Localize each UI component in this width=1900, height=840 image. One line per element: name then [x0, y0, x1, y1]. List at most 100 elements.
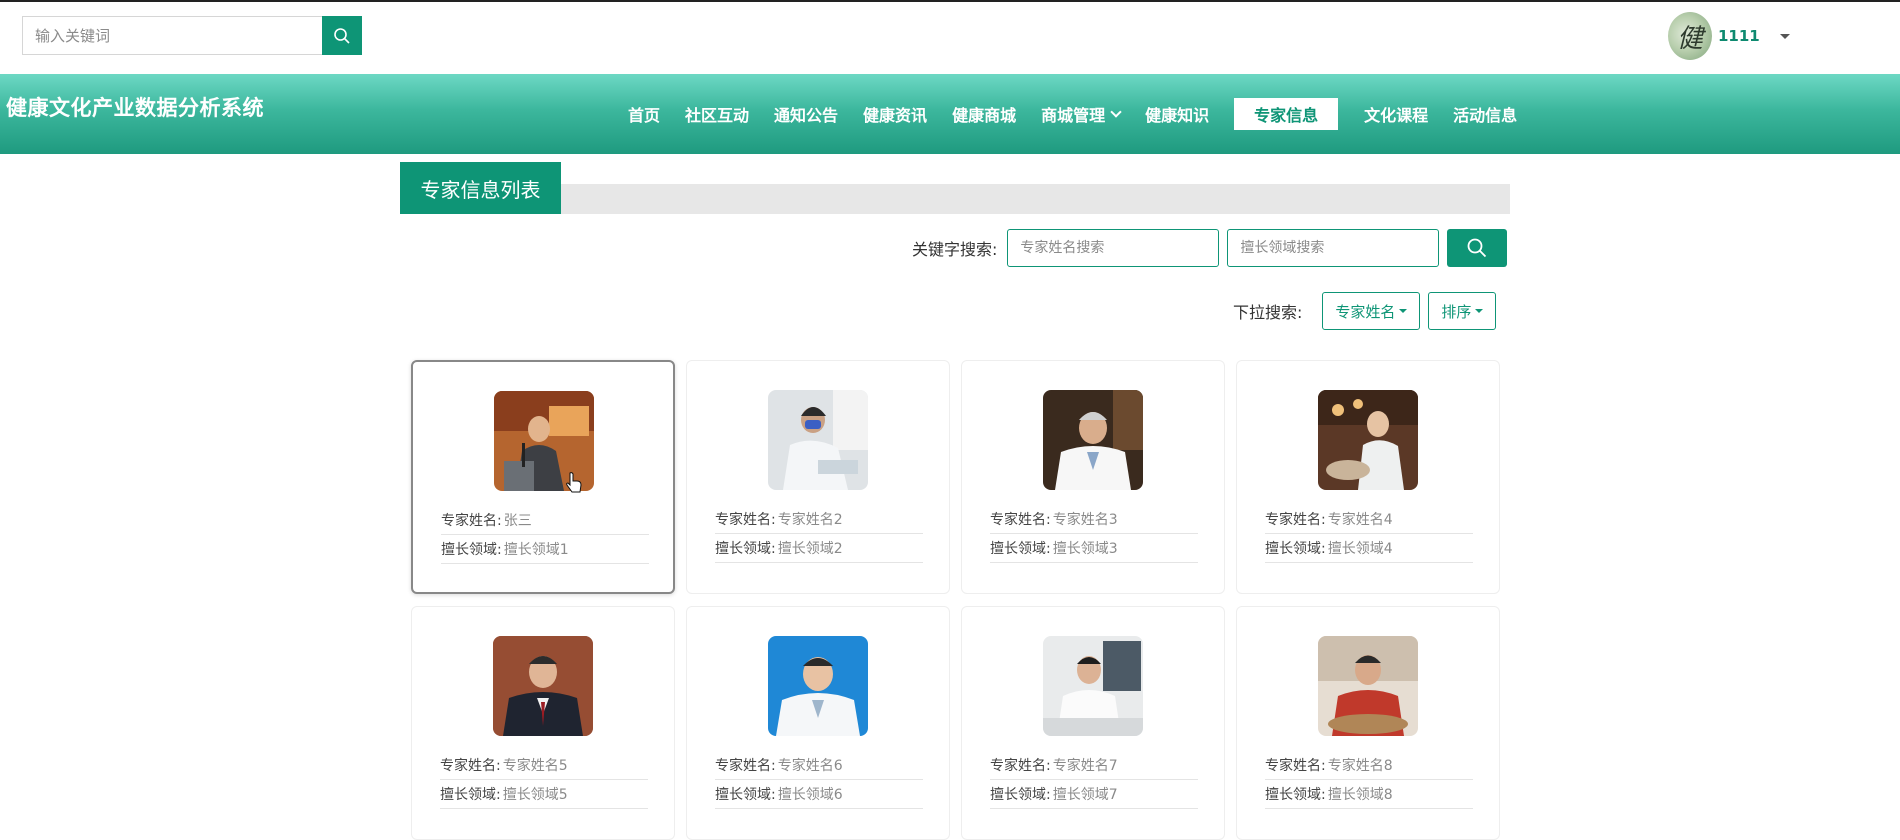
expert-field-row: 擅长领域: 擅长领域3: [990, 534, 1198, 563]
expert-name-row: 专家姓名: 专家姓名3: [990, 505, 1198, 534]
expert-name-label: 专家姓名:: [990, 758, 1051, 774]
sort-dropdown-label: 排序: [1441, 302, 1472, 321]
user-name[interactable]: 1111: [1718, 27, 1760, 45]
expert-photo[interactable]: [1318, 390, 1418, 490]
nav-menu: 首页 社区互动 通知公告 健康资讯 健康商城 商城管理 健康知识 专家信息 文化…: [628, 98, 1542, 130]
expert-name-row: 专家姓名: 张三: [441, 506, 649, 535]
expert-photo[interactable]: [1318, 636, 1418, 736]
section-header: 专家信息列表: [400, 162, 1510, 214]
expert-info: 专家姓名: 专家姓名5 擅长领域: 擅长领域5: [440, 751, 648, 809]
expert-info: 专家姓名: 张三 擅长领域: 擅长领域1: [441, 506, 649, 564]
expert-field-row: 擅长领域: 擅长领域7: [990, 780, 1198, 809]
expert-field: 擅长领域2: [777, 541, 843, 557]
expert-card[interactable]: 专家姓名: 专家姓名8 擅长领域: 擅长领域8: [1236, 606, 1500, 840]
expert-field: 擅长领域1: [503, 542, 569, 558]
expert-name-dropdown-label: 专家姓名: [1335, 302, 1396, 321]
expert-card[interactable]: 专家姓名: 专家姓名7 擅长领域: 擅长领域7: [961, 606, 1225, 840]
section-header-bar: [400, 184, 1510, 214]
expert-grid: 专家姓名: 张三 擅长领域: 擅长领域1 专家姓名: 专家姓名2 擅长领域: 擅长领域2: [411, 360, 1501, 840]
nav-item-health-knowledge[interactable]: 健康知识: [1145, 98, 1209, 130]
expert-photo[interactable]: [768, 636, 868, 736]
expert-photo[interactable]: [1043, 636, 1143, 736]
nav-item-health-mall[interactable]: 健康商城: [952, 98, 1016, 130]
expert-field: 擅长领域5: [502, 787, 568, 803]
expert-info: 专家姓名: 专家姓名2 擅长领域: 擅长领域2: [715, 505, 923, 563]
expert-name: 专家姓名6: [777, 758, 843, 774]
expert-info: 专家姓名: 专家姓名8 擅长领域: 擅长领域8: [1265, 751, 1473, 809]
nav-item-courses[interactable]: 文化课程: [1364, 98, 1428, 130]
expert-field-search-input[interactable]: [1227, 229, 1440, 267]
expert-card[interactable]: 专家姓名: 专家姓名2 擅长领域: 擅长领域2: [686, 360, 950, 594]
expert-name-row: 专家姓名: 专家姓名2: [715, 505, 923, 534]
expert-field-label: 擅长领域:: [1265, 541, 1326, 557]
expert-name-row: 专家姓名: 专家姓名7: [990, 751, 1198, 780]
expert-card[interactable]: 专家姓名: 专家姓名6 擅长领域: 擅长领域6: [686, 606, 950, 840]
expert-name-label: 专家姓名:: [1265, 758, 1326, 774]
sort-dropdown[interactable]: 排序: [1428, 292, 1497, 330]
nav-item-notices[interactable]: 通知公告: [774, 98, 838, 130]
nav-item-events[interactable]: 活动信息: [1453, 98, 1517, 130]
expert-name-search-input[interactable]: [1007, 229, 1220, 267]
expert-name: 专家姓名5: [502, 758, 568, 774]
nav-item-community[interactable]: 社区互动: [685, 98, 749, 130]
expert-name-dropdown[interactable]: 专家姓名: [1322, 292, 1421, 330]
expert-name-label: 专家姓名:: [715, 758, 776, 774]
expert-info: 专家姓名: 专家姓名7 擅长领域: 擅长领域7: [990, 751, 1198, 809]
expert-name: 专家姓名7: [1052, 758, 1118, 774]
expert-photo[interactable]: [493, 636, 593, 736]
nav-item-experts[interactable]: 专家信息: [1234, 98, 1339, 130]
expert-field: 擅长领域7: [1052, 787, 1118, 803]
expert-field-label: 擅长领域:: [715, 541, 776, 557]
caret-down-icon: [1399, 309, 1408, 313]
avatar[interactable]: 健: [1668, 12, 1712, 60]
chevron-down-icon[interactable]: [1779, 33, 1790, 39]
expert-name-label: 专家姓名:: [990, 512, 1051, 528]
expert-card[interactable]: 专家姓名: 专家姓名3 擅长领域: 擅长领域3: [961, 360, 1225, 594]
expert-info: 专家姓名: 专家姓名3 擅长领域: 擅长领域3: [990, 505, 1198, 563]
nav-item-mall-admin-label: 商城管理: [1041, 106, 1106, 125]
expert-info: 专家姓名: 专家姓名6 擅长领域: 擅长领域6: [715, 751, 923, 809]
nav-item-health-news[interactable]: 健康资讯: [863, 98, 927, 130]
expert-field-row: 擅长领域: 擅长领域1: [441, 535, 649, 564]
expert-field-row: 擅长领域: 擅长领域6: [715, 780, 923, 809]
expert-name-label: 专家姓名:: [1265, 512, 1326, 528]
search-icon: [334, 27, 350, 44]
expert-name-label: 专家姓名:: [715, 512, 776, 528]
expert-name-row: 专家姓名: 专家姓名4: [1265, 505, 1473, 534]
global-search: [22, 16, 362, 55]
expert-name-label: 专家姓名:: [441, 513, 502, 529]
expert-field-label: 擅长领域:: [990, 541, 1051, 557]
nav-item-mall-admin[interactable]: 商城管理: [1041, 98, 1122, 130]
expert-photo[interactable]: [1043, 390, 1143, 490]
search-button[interactable]: [1447, 229, 1508, 267]
nav-item-home[interactable]: 首页: [628, 98, 660, 130]
expert-name-row: 专家姓名: 专家姓名5: [440, 751, 648, 780]
site-brand: 健康文化产业数据分析系统: [6, 96, 264, 120]
expert-field-label: 擅长领域:: [1265, 787, 1326, 803]
mouse-pointer-icon: [566, 472, 582, 493]
global-search-button[interactable]: [322, 16, 362, 55]
expert-name: 张三: [503, 513, 532, 529]
expert-field: 擅长领域3: [1052, 541, 1118, 557]
expert-field-row: 擅长领域: 擅长领域8: [1265, 780, 1473, 809]
global-search-input[interactable]: [22, 16, 322, 55]
expert-card[interactable]: 专家姓名: 张三 擅长领域: 擅长领域1: [411, 360, 675, 594]
expert-field-label: 擅长领域:: [440, 787, 501, 803]
main-navbar: 健康文化产业数据分析系统 首页 社区互动 通知公告 健康资讯 健康商城 商城管理…: [0, 74, 1900, 154]
caret-down-icon: [1475, 309, 1484, 313]
expert-card[interactable]: 专家姓名: 专家姓名4 擅长领域: 擅长领域4: [1236, 360, 1500, 594]
expert-field: 擅长领域6: [777, 787, 843, 803]
expert-photo[interactable]: [768, 390, 868, 490]
expert-name-row: 专家姓名: 专家姓名6: [715, 751, 923, 780]
page-title: 专家信息列表: [400, 162, 561, 214]
expert-field: 擅长领域8: [1327, 787, 1393, 803]
expert-name: 专家姓名3: [1052, 512, 1118, 528]
expert-name-row: 专家姓名: 专家姓名8: [1265, 751, 1473, 780]
expert-field-row: 擅长领域: 擅长领域5: [440, 780, 648, 809]
dropdown-search: 下拉搜索: 专家姓名 排序: [1233, 292, 1504, 330]
keyword-search: 关键字搜索:: [912, 229, 1508, 267]
user-menu[interactable]: 健 1111: [1668, 12, 1790, 60]
expert-field-label: 擅长领域:: [715, 787, 776, 803]
expert-card[interactable]: 专家姓名: 专家姓名5 擅长领域: 擅长领域5: [411, 606, 675, 840]
expert-name: 专家姓名2: [777, 512, 843, 528]
